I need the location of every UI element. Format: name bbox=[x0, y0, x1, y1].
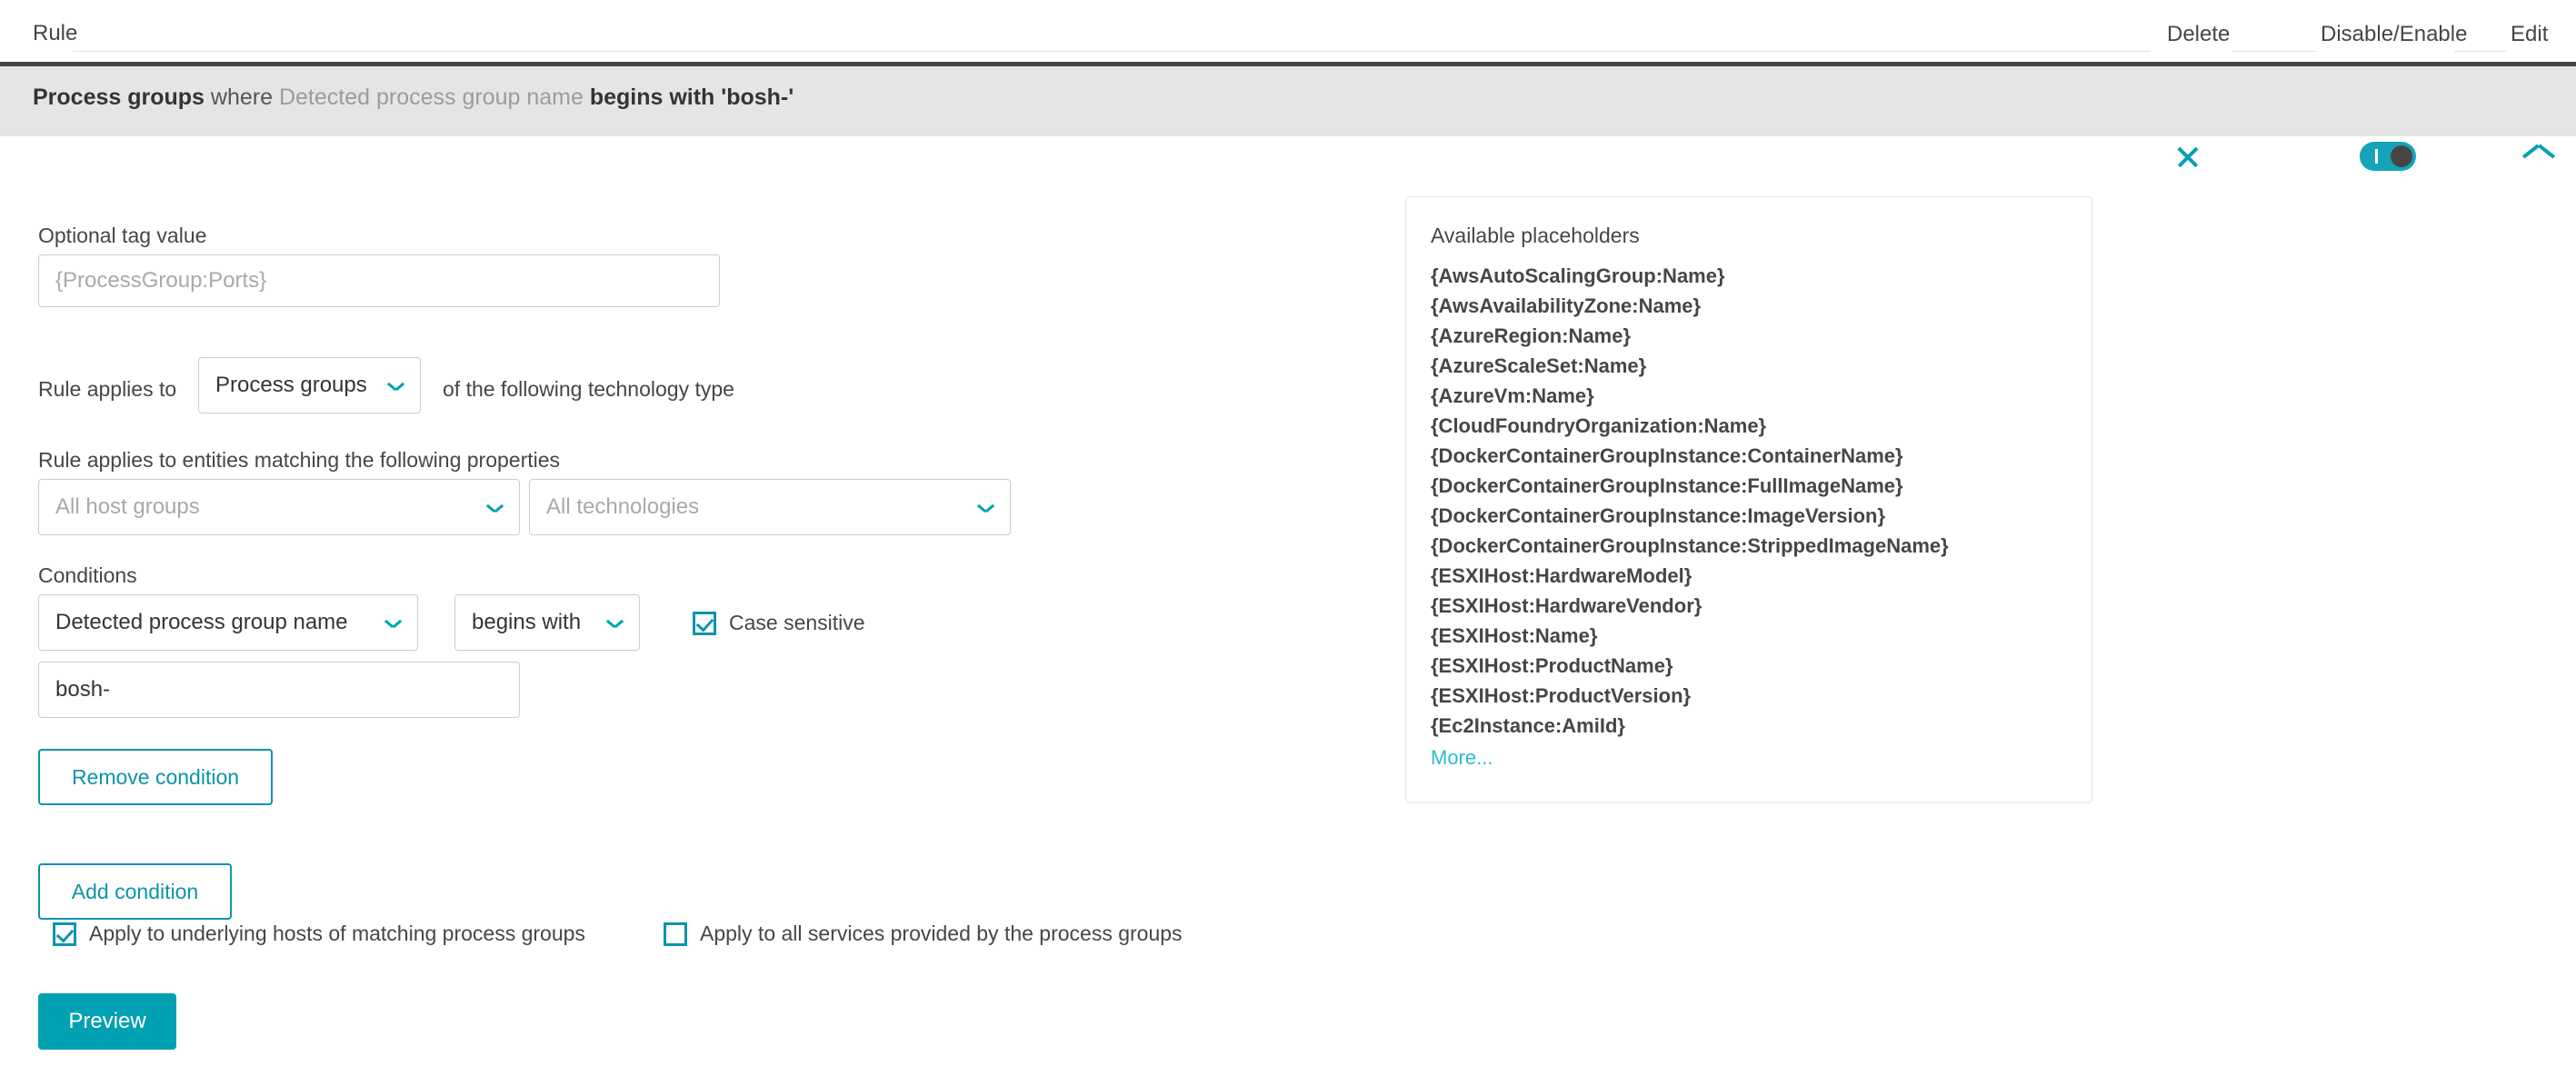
placeholder-item[interactable]: {AwsAutoScalingGroup:Name} bbox=[1431, 261, 2082, 291]
header-rule-label: Rule bbox=[33, 21, 78, 45]
case-sensitive-checkbox[interactable]: Case sensitive bbox=[693, 611, 865, 635]
chevron-up-icon[interactable] bbox=[2523, 148, 2554, 168]
disable-enable-action[interactable]: Disable/Enable bbox=[2321, 22, 2467, 47]
preview-button[interactable]: Preview bbox=[38, 993, 176, 1050]
optional-tag-value-label: Optional tag value bbox=[38, 224, 207, 247]
add-condition-button[interactable]: Add condition bbox=[38, 863, 232, 920]
chevron-down-icon bbox=[978, 503, 993, 513]
checkbox-box bbox=[693, 611, 716, 635]
available-placeholders-panel: Available placeholders {AwsAutoScalingGr… bbox=[1405, 196, 2092, 802]
page-header: Rule Delete Disable/Enable Edit bbox=[0, 0, 2576, 64]
apply-underlying-hosts-label: Apply to underlying hosts of matching pr… bbox=[89, 922, 585, 945]
edit-action[interactable]: Edit bbox=[2511, 22, 2548, 47]
placeholder-item[interactable]: {DockerContainerGroupInstance:ContainerN… bbox=[1431, 441, 2082, 471]
placeholder-item[interactable]: {CloudFoundryOrganization:Name} bbox=[1431, 411, 2082, 441]
chevron-down-icon bbox=[487, 503, 503, 513]
placeholder-item[interactable]: {ESXIHost:ProductVersion} bbox=[1431, 681, 2082, 711]
toggle-on-marker bbox=[2375, 149, 2378, 164]
placeholder-item[interactable]: {Ec2Instance:AmiId} bbox=[1431, 711, 2082, 741]
optional-tag-value-input[interactable] bbox=[38, 254, 720, 307]
entities-matching-label: Rule applies to entities matching the fo… bbox=[38, 448, 561, 472]
close-icon[interactable] bbox=[2172, 142, 2203, 173]
placeholder-item[interactable]: {DockerContainerGroupInstance:StrippedIm… bbox=[1431, 531, 2082, 561]
technologies-value: All technologies bbox=[546, 494, 700, 519]
apply-all-services-checkbox[interactable]: Apply to all services provided by the pr… bbox=[664, 922, 1183, 946]
condition-attribute-value: Detected process group name bbox=[55, 610, 348, 634]
rule-enabled-toggle[interactable] bbox=[2360, 142, 2416, 171]
checkbox-box bbox=[664, 922, 687, 946]
rule-attribute: Detected process group name bbox=[278, 85, 584, 110]
host-groups-value: All host groups bbox=[55, 494, 200, 519]
placeholder-item[interactable]: {ESXIHost:HardwareModel} bbox=[1431, 561, 2082, 591]
rule-title: Process groups where Detected process gr… bbox=[33, 86, 794, 109]
placeholder-item[interactable]: {AwsAvailabilityZone:Name} bbox=[1431, 291, 2082, 321]
conditions-label: Conditions bbox=[38, 563, 137, 587]
rule-banner: Process groups where Detected process gr… bbox=[0, 62, 2576, 171]
chevron-down-icon bbox=[385, 618, 401, 628]
placeholders-list: {AwsAutoScalingGroup:Name} {AwsAvailabili… bbox=[1431, 261, 2082, 772]
host-groups-select[interactable]: All host groups bbox=[38, 479, 520, 535]
rule-applies-to-value: Process groups bbox=[215, 373, 367, 397]
condition-attribute-select[interactable]: Detected process group name bbox=[38, 594, 418, 651]
placeholder-item[interactable]: {AzureRegion:Name} bbox=[1431, 321, 2082, 351]
placeholder-item[interactable]: {DockerContainerGroupInstance:ImageVersi… bbox=[1431, 501, 2082, 531]
condition-value-input[interactable] bbox=[38, 662, 520, 718]
header-divider-2 bbox=[2232, 51, 2316, 52]
rule-subject: Process groups bbox=[33, 85, 205, 110]
apply-underlying-hosts-checkbox[interactable]: Apply to underlying hosts of matching pr… bbox=[53, 922, 585, 946]
placeholder-item[interactable]: {ESXIHost:HardwareVendor} bbox=[1431, 591, 2082, 621]
condition-operator-select[interactable]: begins with bbox=[454, 594, 640, 651]
placeholder-item[interactable]: {DockerContainerGroupInstance:FullImageN… bbox=[1431, 471, 2082, 501]
placeholders-panel-title: Available placeholders bbox=[1431, 224, 1640, 247]
rule-applies-to-label: Rule applies to bbox=[38, 377, 177, 401]
remove-condition-button[interactable]: Remove condition bbox=[38, 749, 273, 805]
rule-connector: where bbox=[210, 85, 273, 110]
placeholder-item[interactable]: {AzureVm:Name} bbox=[1431, 381, 2082, 411]
chevron-down-icon bbox=[388, 381, 404, 391]
technology-type-suffix-label: of the following technology type bbox=[443, 377, 734, 401]
placeholders-more-link[interactable]: More... bbox=[1431, 742, 1493, 772]
toggle-knob bbox=[2391, 145, 2412, 167]
checkbox-box bbox=[53, 922, 76, 946]
condition-operator-value: begins with bbox=[472, 610, 582, 634]
placeholder-item[interactable]: {ESXIHost:ProductName} bbox=[1431, 651, 2082, 681]
rule-applies-to-select[interactable]: Process groups bbox=[198, 357, 421, 413]
chevron-down-icon bbox=[607, 618, 623, 628]
header-divider-3 bbox=[2454, 51, 2507, 52]
delete-action[interactable]: Delete bbox=[2167, 22, 2230, 47]
rule-predicate: begins with 'bosh-' bbox=[589, 85, 794, 110]
case-sensitive-label: Case sensitive bbox=[729, 611, 865, 634]
placeholder-item[interactable]: {ESXIHost:Name} bbox=[1431, 621, 2082, 651]
placeholder-item[interactable]: {AzureScaleSet:Name} bbox=[1431, 351, 2082, 381]
apply-all-services-label: Apply to all services provided by the pr… bbox=[700, 922, 1183, 945]
technologies-select[interactable]: All technologies bbox=[529, 479, 1011, 535]
header-divider-1 bbox=[73, 51, 2151, 52]
